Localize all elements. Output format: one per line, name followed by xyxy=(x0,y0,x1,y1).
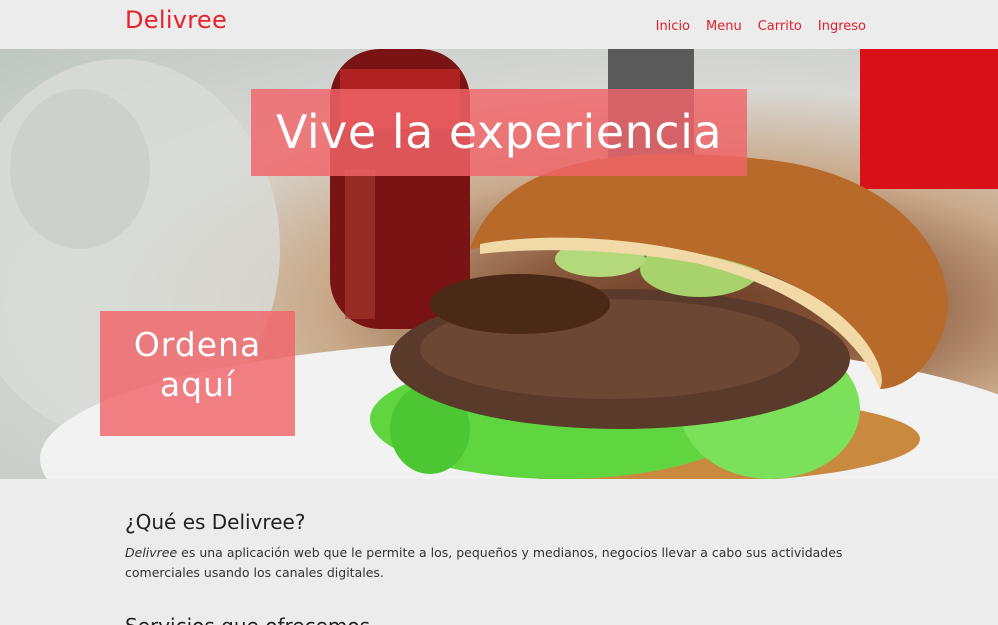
nav-link-inicio[interactable]: Inicio xyxy=(656,19,690,34)
nav-link-menu[interactable]: Menu xyxy=(706,19,742,34)
about-section: ¿Qué es Delivree? Delivree es una aplica… xyxy=(125,510,865,582)
about-text-line2: comerciales usando los canales digitales… xyxy=(125,564,384,580)
order-button-line1: Ordena xyxy=(133,325,262,364)
brand-logo[interactable]: Delivree xyxy=(125,6,227,34)
about-text-line1: es una aplicación web que le permite a l… xyxy=(177,545,843,560)
about-brand-name: Delivree xyxy=(125,545,178,560)
hero-banner: Vive la experiencia Ordena aquí xyxy=(0,49,998,479)
order-here-button[interactable]: Ordena aquí xyxy=(100,311,295,436)
nav-link-ingreso[interactable]: Ingreso xyxy=(818,19,866,34)
about-title: ¿Qué es Delivree? xyxy=(125,510,306,534)
nav-item-inicio: Inicio xyxy=(656,15,690,34)
hero-headline: Vive la experiencia xyxy=(251,89,747,176)
nav-menu: Inicio Menu Carrito Ingreso xyxy=(656,15,866,34)
nav-item-carrito: Carrito xyxy=(758,15,802,34)
order-button-line2: aquí xyxy=(159,365,236,404)
services-title: Servicios que ofrecemos xyxy=(125,614,370,625)
navbar: Delivree Inicio Menu Carrito Ingreso xyxy=(0,0,998,49)
nav-item-menu: Menu xyxy=(706,15,742,34)
nav-link-carrito[interactable]: Carrito xyxy=(758,19,802,34)
about-description: Delivree es una aplicación web que le pe… xyxy=(125,543,865,582)
nav-item-ingreso: Ingreso xyxy=(818,15,866,34)
